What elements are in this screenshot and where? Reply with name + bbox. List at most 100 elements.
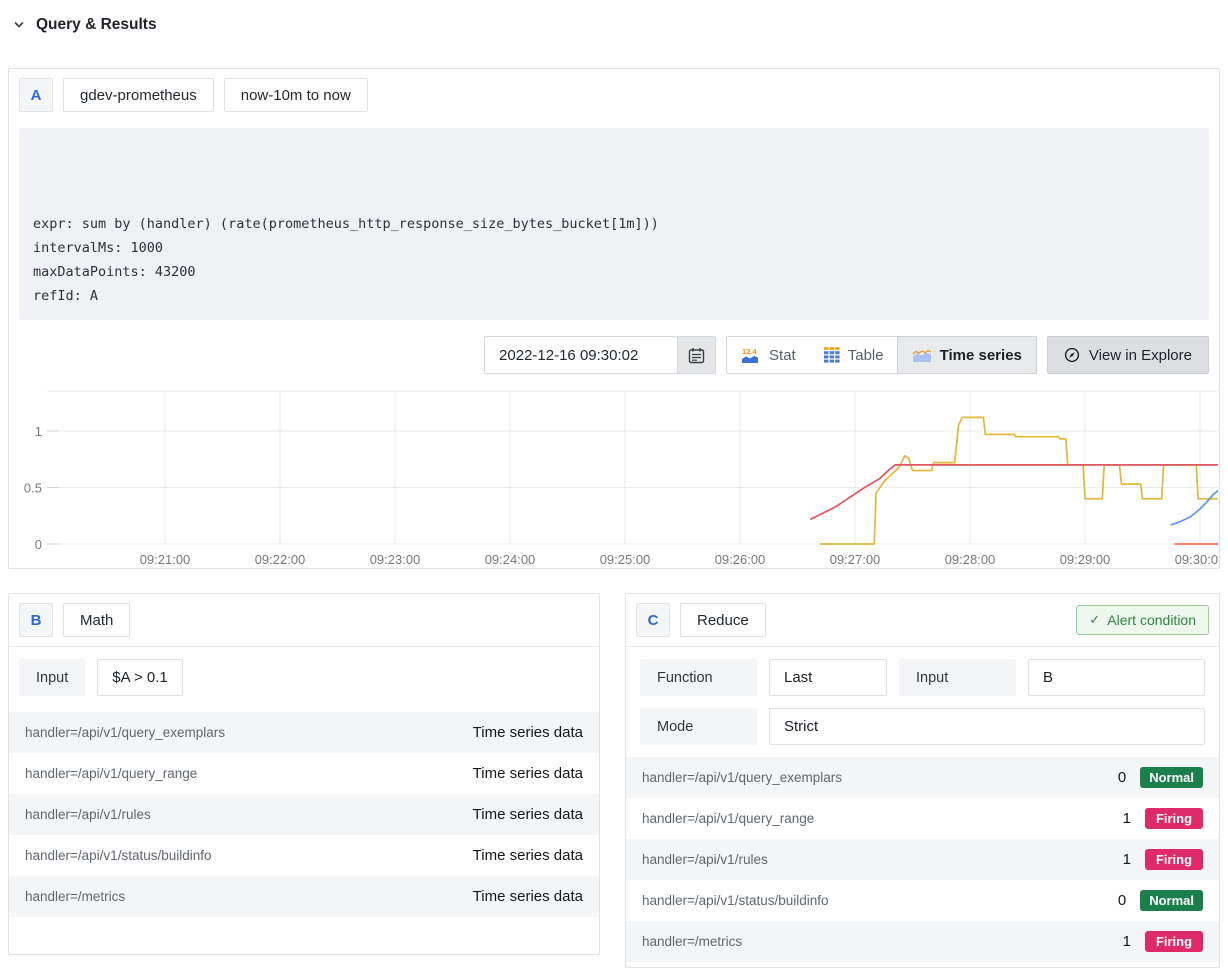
expression-type-button-math[interactable]: Math xyxy=(63,603,130,637)
preview-toolbar: 12.4 Stat Table xyxy=(19,336,1209,374)
result-row: handler=/api/v1/query_exemplars 0 Normal xyxy=(626,757,1219,798)
svg-text:09:26:00: 09:26:00 xyxy=(715,552,766,567)
math-panel-header: B Math xyxy=(9,594,599,647)
result-row-label: handler=/api/v1/rules xyxy=(25,807,151,822)
input-field-label: Input xyxy=(899,659,1016,696)
state-badge: Normal xyxy=(1140,890,1203,911)
state-badge: Firing xyxy=(1145,931,1203,952)
chart-area: 0 0.5 1 09:21:00 09:22:00 09:23:00 09:24:00 09:… xyxy=(18,388,1219,569)
timeseries-panel-icon xyxy=(912,348,932,363)
compass-icon xyxy=(1064,347,1080,363)
time-range-button[interactable]: now-10m to now xyxy=(224,78,368,112)
svg-text:09:24:00: 09:24:00 xyxy=(485,552,536,567)
section-title: Query & Results xyxy=(36,16,157,34)
mode-field-label: Mode xyxy=(640,708,757,745)
result-row: handler=/api/v1/query_exemplars Time ser… xyxy=(9,712,599,753)
calendar-icon xyxy=(688,347,705,364)
query-expression: expr: sum by (handler) (rate(prometheus_… xyxy=(19,128,1209,320)
svg-text:09:30:00: 09:30:00 xyxy=(1175,552,1218,567)
time-series-chart[interactable]: 0 0.5 1 09:21:00 09:22:00 09:23:00 09:24:00 09:… xyxy=(18,388,1218,569)
result-row: handler=/api/v1/query_range Time series … xyxy=(9,753,599,794)
result-row: handler=/metrics Time series data xyxy=(9,876,599,917)
result-row-value: 1 xyxy=(1123,851,1131,868)
svg-text:09:22:00: 09:22:00 xyxy=(255,552,306,567)
reduce-panel-header: C Reduce ✓ Alert condition xyxy=(626,594,1219,647)
view-in-explore-button[interactable]: View in Explore xyxy=(1047,336,1209,374)
view-mode-label: Stat xyxy=(769,347,796,364)
view-mode-stat[interactable]: 12.4 Stat xyxy=(727,337,810,373)
view-mode-group: 12.4 Stat Table xyxy=(726,336,1037,374)
math-expression-input[interactable]: $A > 0.1 xyxy=(97,659,182,696)
result-row: handler=/api/v1/rules 1 Firing xyxy=(626,839,1219,880)
result-row-right: 0 Normal xyxy=(1118,890,1203,911)
result-row-label: handler=/api/v1/query_exemplars xyxy=(642,770,842,785)
result-row-value: 0 xyxy=(1118,892,1126,909)
math-panel: B Math Input $A > 0.1 handler=/api/v1/qu… xyxy=(8,593,600,955)
result-row-right: 0 Normal xyxy=(1118,767,1203,788)
expression-line: refId: A xyxy=(33,284,1199,308)
result-row-label: handler=/api/v1/query_range xyxy=(642,811,814,826)
explore-button-label: View in Explore xyxy=(1089,347,1192,364)
svg-text:0: 0 xyxy=(35,537,42,552)
datetime-input[interactable] xyxy=(485,337,677,373)
calendar-button[interactable] xyxy=(677,337,715,373)
math-fields: Input $A > 0.1 xyxy=(9,647,599,708)
svg-text:0.5: 0.5 xyxy=(24,481,42,496)
svg-text:09:27:00: 09:27:00 xyxy=(830,552,881,567)
datetime-picker xyxy=(484,336,716,374)
check-icon: ✓ xyxy=(1089,612,1100,628)
alert-condition-badge[interactable]: ✓ Alert condition xyxy=(1076,605,1209,635)
result-row-right: 1 Firing xyxy=(1123,808,1203,829)
result-row-label: handler=/metrics xyxy=(642,934,742,949)
alert-condition-label: Alert condition xyxy=(1107,612,1196,628)
state-badge: Firing xyxy=(1145,849,1203,870)
svg-text:09:28:00: 09:28:00 xyxy=(945,552,996,567)
function-select[interactable]: Last xyxy=(769,659,887,696)
result-row-value: 1 xyxy=(1123,933,1131,950)
svg-text:09:23:00: 09:23:00 xyxy=(370,552,421,567)
input-select[interactable]: B xyxy=(1028,659,1205,696)
expression-line: maxDataPoints: 43200 xyxy=(33,260,1199,284)
reduce-panel: C Reduce ✓ Alert condition Function Last… xyxy=(625,593,1220,968)
ref-id-badge-b: B xyxy=(19,603,53,637)
input-field-label: Input xyxy=(19,659,85,696)
stat-panel-icon: 12.4 xyxy=(741,347,761,364)
view-mode-label: Table xyxy=(848,347,884,364)
result-row: handler=/api/v1/status/buildinfo 0 Norma… xyxy=(626,880,1219,921)
ref-id-badge-a: A xyxy=(19,78,53,112)
function-field-label: Function xyxy=(640,659,757,696)
page: Query & Results A gdev-prometheus now-10… xyxy=(0,0,1228,962)
ref-id-badge-c: C xyxy=(636,603,670,637)
expression-line: expr: sum by (handler) (rate(prometheus_… xyxy=(33,212,1199,236)
result-row: handler=/api/v1/status/buildinfo Time se… xyxy=(9,835,599,876)
view-mode-table[interactable]: Table xyxy=(810,337,898,373)
mode-select[interactable]: Strict xyxy=(769,708,1205,745)
result-row: handler=/api/v1/rules Time series data xyxy=(9,794,599,835)
view-mode-label: Time series xyxy=(940,347,1022,364)
datasource-button[interactable]: gdev-prometheus xyxy=(63,78,214,112)
reduce-fields: Function Last Input B Mode Strict xyxy=(626,647,1219,745)
expression-line: intervalMs: 1000 xyxy=(33,236,1199,260)
result-row-right: 1 Firing xyxy=(1123,931,1203,952)
result-row-label: handler=/api/v1/rules xyxy=(642,852,768,867)
query-results-collapse[interactable]: Query & Results xyxy=(13,16,157,34)
svg-text:12.4: 12.4 xyxy=(742,347,757,356)
result-row-label: handler=/api/v1/query_range xyxy=(25,766,197,781)
view-mode-timeseries[interactable]: Time series xyxy=(897,336,1037,374)
result-row-value: 1 xyxy=(1123,810,1131,827)
result-row: handler=/metrics 1 Firing xyxy=(626,921,1219,962)
svg-text:09:25:00: 09:25:00 xyxy=(600,552,651,567)
query-panel-header: A gdev-prometheus now-10m to now xyxy=(9,69,1219,121)
result-row-label: handler=/api/v1/query_exemplars xyxy=(25,725,225,740)
table-panel-icon xyxy=(824,347,840,363)
result-row-value: Time series data xyxy=(473,765,583,782)
svg-text:09:21:00: 09:21:00 xyxy=(140,552,191,567)
result-row-right: 1 Firing xyxy=(1123,849,1203,870)
state-badge: Normal xyxy=(1140,767,1203,788)
svg-text:1: 1 xyxy=(35,424,42,439)
expression-type-button-reduce[interactable]: Reduce xyxy=(680,603,766,637)
state-badge: Firing xyxy=(1145,808,1203,829)
result-row-label: handler=/metrics xyxy=(25,889,125,904)
result-row-value: Time series data xyxy=(473,724,583,741)
query-panel: A gdev-prometheus now-10m to now expr: s… xyxy=(8,68,1220,569)
